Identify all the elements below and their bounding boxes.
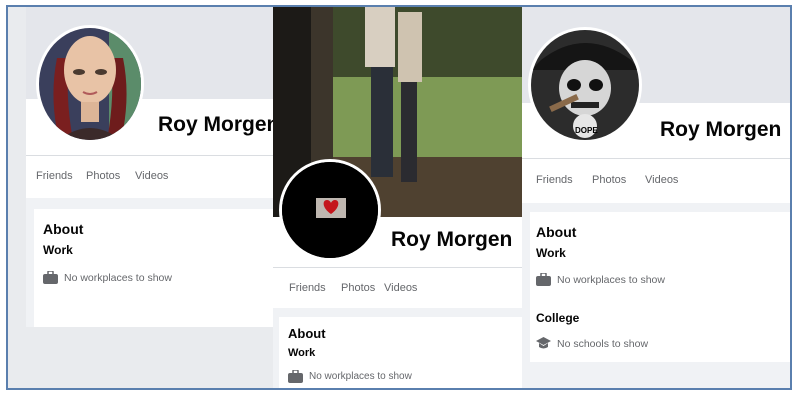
about-title: About: [43, 221, 84, 237]
profile-tabs: Friends Photos Videos: [273, 267, 533, 308]
work-label: Work: [536, 246, 566, 260]
profile-panel-1: Roy Morgen Friends Photos Videos About W…: [26, 7, 286, 327]
avatar-heart-image: [282, 162, 378, 258]
work-text: No workplaces to show: [309, 371, 412, 382]
profile-name: Roy Morgen: [391, 228, 513, 251]
college-row: No schools to show: [536, 337, 648, 350]
profile-avatar[interactable]: DOPE: [528, 27, 642, 143]
work-label: Work: [43, 243, 73, 257]
work-label: Work: [288, 347, 316, 359]
profile-name: Roy Morgen: [660, 118, 782, 141]
about-title: About: [288, 326, 326, 341]
profile-name: Roy Morgen: [158, 113, 280, 136]
work-row: No workplaces to show: [43, 271, 172, 284]
avatar-skull-image: [531, 30, 639, 140]
work-text: No workplaces to show: [557, 273, 665, 286]
screenshot-collage: Roy Morgen Friends Photos Videos About W…: [6, 5, 792, 390]
tab-friends[interactable]: Friends: [289, 282, 326, 294]
briefcase-icon: [43, 271, 58, 284]
tab-friends[interactable]: Friends: [36, 170, 73, 182]
profile-tabs: Friends Photos Videos: [26, 155, 286, 198]
briefcase-icon: [288, 370, 303, 383]
about-card: About Work No workplaces to show: [34, 209, 286, 327]
profile-avatar[interactable]: [279, 159, 381, 261]
tab-videos[interactable]: Videos: [645, 174, 678, 186]
college-text: No schools to show: [557, 337, 649, 350]
work-text: No workplaces to show: [64, 271, 172, 284]
tab-videos[interactable]: Videos: [135, 170, 168, 182]
tab-videos[interactable]: Videos: [384, 282, 417, 294]
about-card: About Work No workplaces to show: [279, 317, 533, 388]
avatar-badge: DOPE: [575, 126, 598, 135]
about-title: About: [536, 224, 577, 240]
about-card: About Work No workplaces to show College…: [530, 212, 790, 362]
avatar-mannequin-image: [39, 28, 141, 140]
tab-photos[interactable]: Photos: [86, 170, 120, 182]
graduation-cap-icon: [536, 337, 551, 349]
profile-avatar[interactable]: [36, 25, 144, 143]
tab-photos[interactable]: Photos: [341, 282, 375, 294]
profile-header: Roy Morgen Friends Photos Videos: [26, 7, 286, 198]
tab-friends[interactable]: Friends: [536, 174, 573, 186]
profile-panel-2: Roy Morgen Friends Photos Videos About W…: [273, 7, 533, 388]
profile-panel-3: DOPE Roy Morgen Friends Photos Videos Ab…: [522, 7, 790, 388]
profile-tabs: Friends Photos Videos: [522, 158, 790, 203]
college-label: College: [536, 311, 580, 325]
work-row: No workplaces to show: [288, 370, 412, 383]
work-row: No workplaces to show: [536, 273, 665, 286]
briefcase-icon: [536, 273, 551, 286]
tab-photos[interactable]: Photos: [592, 174, 626, 186]
